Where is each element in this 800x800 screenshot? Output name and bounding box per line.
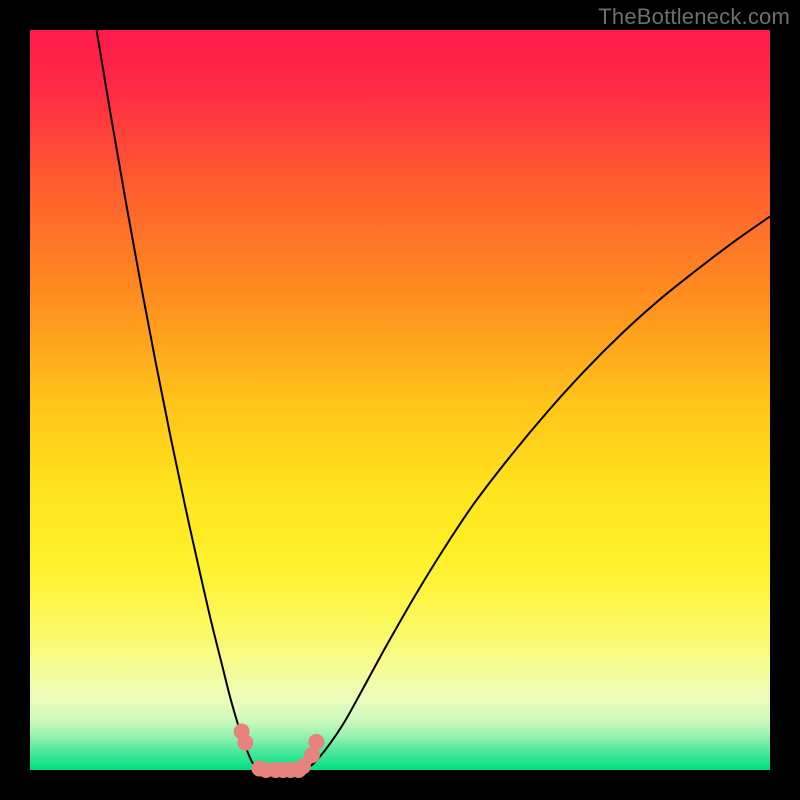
chart-frame: TheBottleneck.com xyxy=(0,0,800,800)
plot-area xyxy=(30,30,770,770)
highlight-dot xyxy=(237,735,253,751)
watermark-text: TheBottleneck.com xyxy=(598,4,790,30)
curve-layer xyxy=(30,30,770,770)
highlight-dot xyxy=(308,734,324,750)
bottleneck-curve xyxy=(97,30,770,770)
